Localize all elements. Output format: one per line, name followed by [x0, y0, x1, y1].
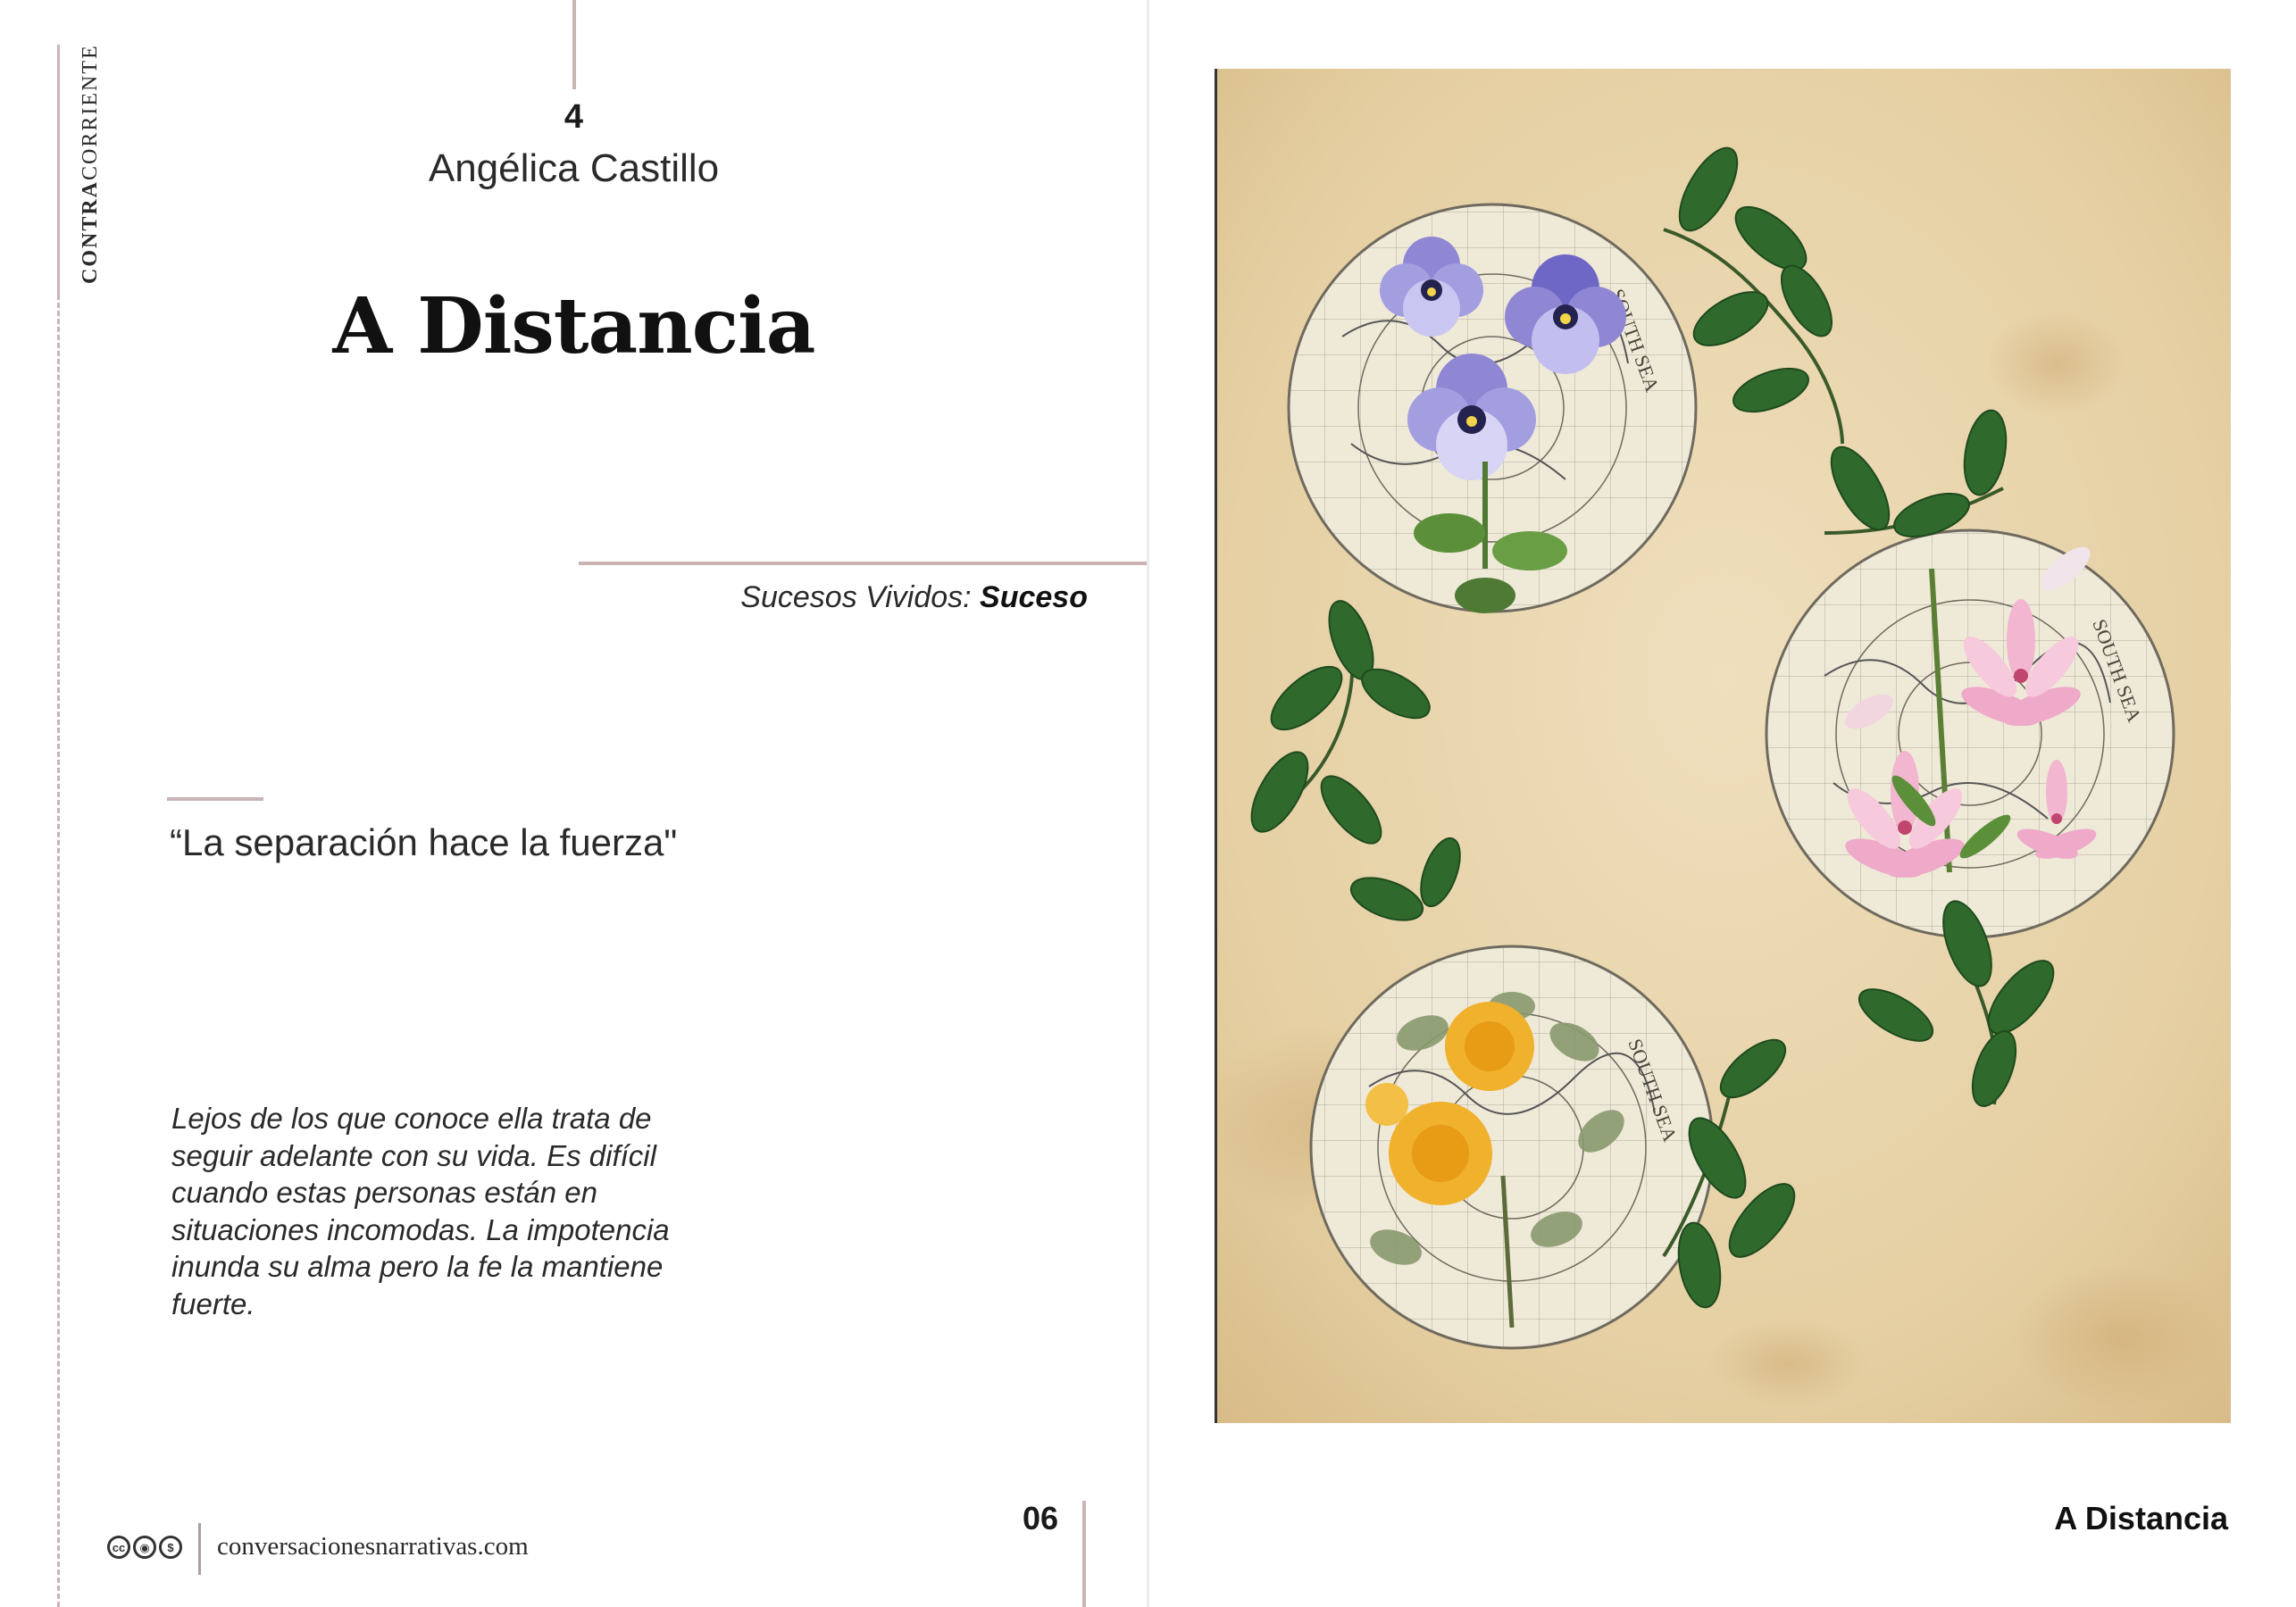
category-label: Sucesos Vividos:: [740, 580, 972, 614]
author-name: Angélica Castillo: [428, 146, 720, 190]
quote-rule: [167, 797, 263, 801]
collage-illustration: SOUTH SEA SOUTH SEA SOUTH SEA: [1215, 69, 2231, 1423]
cc-icon: cc: [107, 1536, 130, 1559]
section-rule: [579, 562, 1148, 565]
page-number-rule: [1082, 1501, 1086, 1607]
magazine-spread: CONTRACORRIENTE 4 Angélica Castillo A Di…: [0, 0, 2296, 1607]
running-title: A Distancia: [2054, 1500, 2228, 1536]
paper-stain: [1985, 310, 2128, 417]
story-category: Sucesos Vividos: Suceso: [740, 580, 1088, 615]
dashed-margin-line: [57, 295, 60, 1607]
website-link[interactable]: conversacionesnarrativas.com: [217, 1532, 529, 1561]
pull-quote: “La separación hace la fuerza": [170, 821, 678, 863]
by-icon: ◉: [133, 1536, 156, 1559]
collage-svg: SOUTH SEA SOUTH SEA SOUTH SEA: [1217, 69, 2231, 1423]
rose-bud: [1365, 1083, 1408, 1126]
paper-stain: [1708, 1319, 1869, 1408]
category-value: Suceso: [980, 580, 1088, 614]
license-icons: cc ◉ $: [107, 1536, 182, 1559]
footer-divider: [198, 1523, 201, 1575]
story-title: A Distancia: [332, 281, 815, 371]
story-number: 4: [564, 98, 584, 136]
top-rule: [572, 0, 576, 89]
left-page: CONTRACORRIENTE 4 Angélica Castillo A Di…: [0, 0, 1148, 1607]
synopsis: Lejos de los que conoce ella trata de se…: [171, 1102, 670, 1320]
nc-icon: $: [159, 1536, 182, 1559]
magazine-name-bold: CONTRA: [79, 179, 102, 284]
page-number: 06: [1022, 1500, 1058, 1536]
paper-stain: [2012, 1265, 2226, 1408]
right-page: SOUTH SEA SOUTH SEA SOUTH SEA A Distanci…: [1149, 0, 2296, 1607]
map-circle-lilies: SOUTH SEA: [1765, 529, 2175, 939]
